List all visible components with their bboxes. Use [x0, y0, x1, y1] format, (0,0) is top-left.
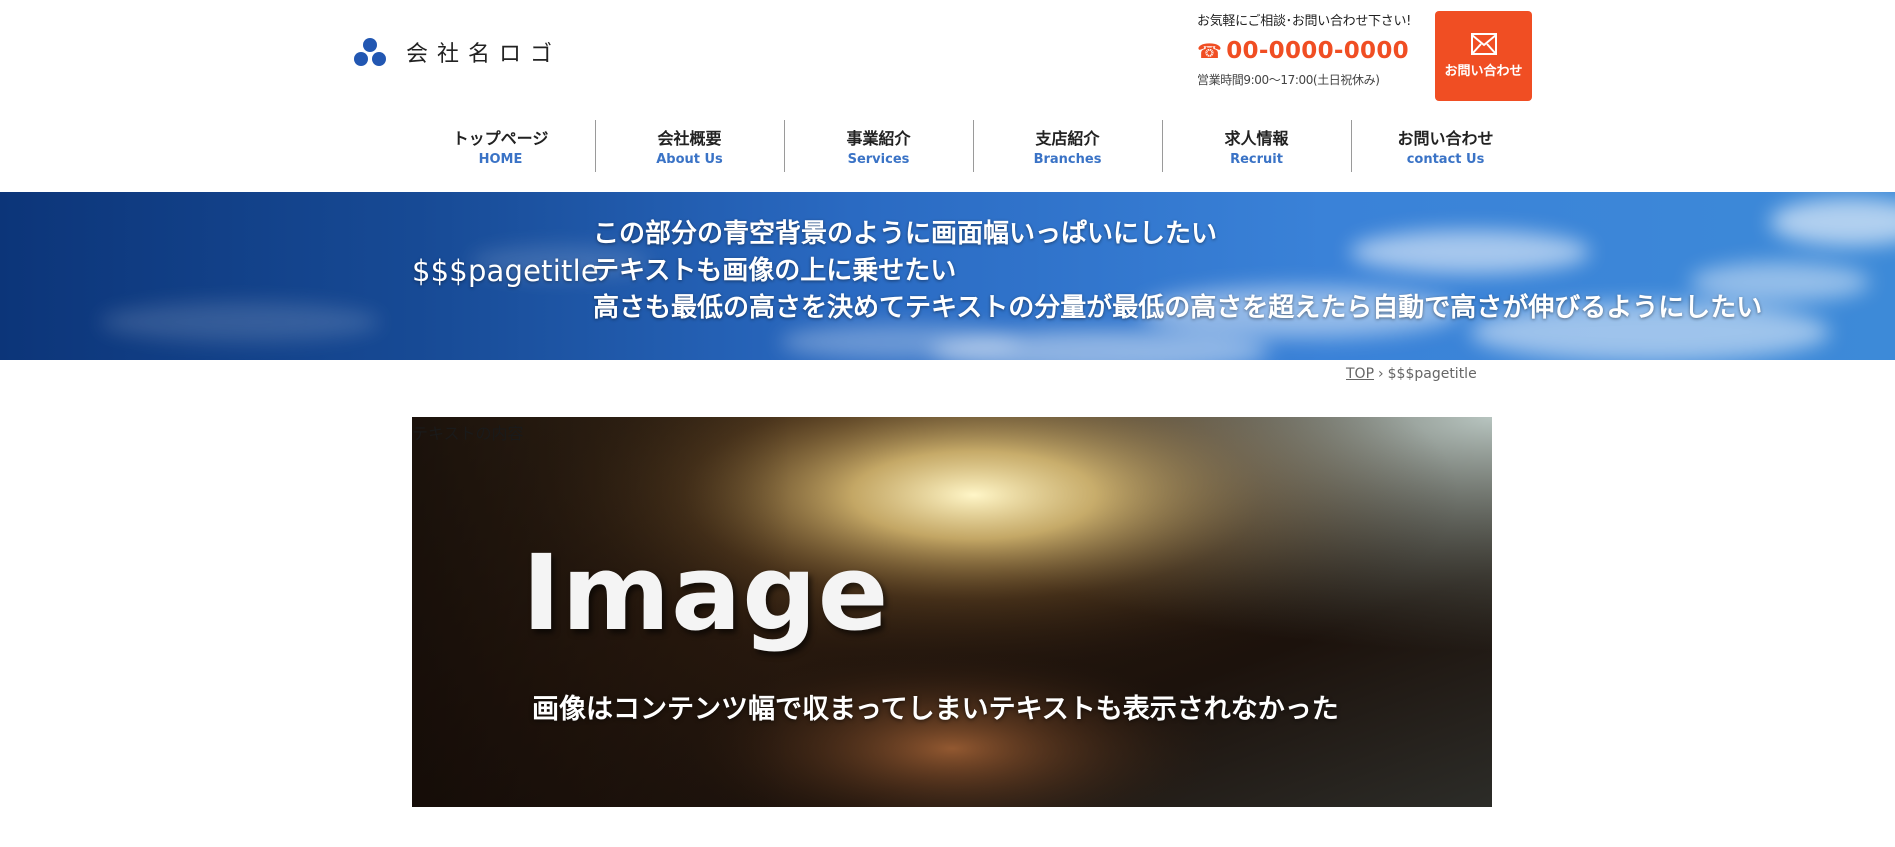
contact-button[interactable]: お問い合わせ: [1435, 11, 1532, 101]
nav-label-ja: 会社概要: [657, 129, 722, 148]
phone-number[interactable]: ☎ 00-0000-0000: [1197, 38, 1427, 64]
nav-item-about[interactable]: 会社概要 About Us: [595, 120, 784, 172]
nav-label-en: About Us: [656, 152, 723, 167]
nav-label-ja: お問い合わせ: [1397, 129, 1494, 148]
breadcrumb-current: $$$pagetitle: [1387, 366, 1477, 382]
contact-lead: お気軽にご相談･お問い合わせ下さい!: [1197, 14, 1412, 29]
nav-label-en: HOME: [478, 152, 523, 167]
hero-banner: $$$pagetitle この部分の青空背景のように画面幅いっぱいにしたい テキ…: [0, 192, 1895, 360]
hero-line: テキストも画像の上に乗せたい: [593, 256, 957, 286]
phone-text: 00-0000-0000: [1226, 38, 1409, 64]
content-text-label: テキストの内容: [412, 424, 524, 443]
nav-label-ja: 事業紹介: [846, 129, 911, 148]
site-header: 会社名ロゴ お気軽にご相談･お問い合わせ下さい! ☎ 00-0000-0000 営…: [0, 0, 1895, 192]
contact-info: お気軽にご相談･お問い合わせ下さい! ☎ 00-0000-0000 営業時間9:0…: [1197, 10, 1427, 88]
logo-text: 会社名ロゴ: [406, 42, 562, 67]
image-caption: 画像はコンテンツ幅で収まってしまいテキストも表示されなかった: [532, 694, 1339, 725]
nav-item-branches[interactable]: 支店紹介 Branches: [973, 120, 1162, 172]
business-hours: 営業時間9:00〜17:00(土日祝休み): [1197, 73, 1380, 87]
image-placeholder-word: Image: [522, 532, 890, 654]
content-image: Image 画像はコンテンツ幅で収まってしまいテキストも表示されなかった: [412, 417, 1492, 807]
nav-item-home[interactable]: トップページ HOME: [406, 120, 595, 172]
page-title: $$$pagetitle: [412, 254, 599, 288]
hero-line: この部分の青空背景のように画面幅いっぱいにしたい: [593, 219, 1218, 249]
breadcrumb: TOP › $$$pagetitle: [1346, 366, 1477, 382]
nav-label-en: Recruit: [1230, 152, 1283, 167]
nav-label-ja: 求人情報: [1224, 129, 1289, 148]
mail-icon: [1471, 33, 1497, 55]
nav-item-contact[interactable]: お問い合わせ contact Us: [1351, 120, 1540, 172]
phone-icon: ☎: [1197, 39, 1223, 63]
hero-text: この部分の青空背景のように画面幅いっぱいにしたい テキストも画像の上に乗せたい …: [593, 216, 1762, 327]
logo-mark-icon: [352, 36, 388, 68]
nav-item-services[interactable]: 事業紹介 Services: [784, 120, 973, 172]
global-nav: トップページ HOME 会社概要 About Us 事業紹介 Services …: [406, 120, 1540, 172]
nav-label-en: Services: [847, 152, 910, 167]
breadcrumb-top-link[interactable]: TOP: [1346, 366, 1374, 382]
nav-item-recruit[interactable]: 求人情報 Recruit: [1162, 120, 1351, 172]
nav-label-ja: トップページ: [452, 129, 549, 148]
breadcrumb-separator: ›: [1378, 366, 1384, 382]
hero-line: 高さも最低の高さを決めてテキストの分量が最低の高さを超えたら自動で高さが伸びるよ…: [593, 293, 1763, 323]
nav-label-en: Branches: [1033, 152, 1102, 167]
nav-label-ja: 支店紹介: [1035, 129, 1100, 148]
nav-label-en: contact Us: [1406, 152, 1485, 167]
contact-button-label: お問い合わせ: [1444, 64, 1523, 79]
company-logo[interactable]: 会社名ロゴ: [352, 36, 561, 68]
